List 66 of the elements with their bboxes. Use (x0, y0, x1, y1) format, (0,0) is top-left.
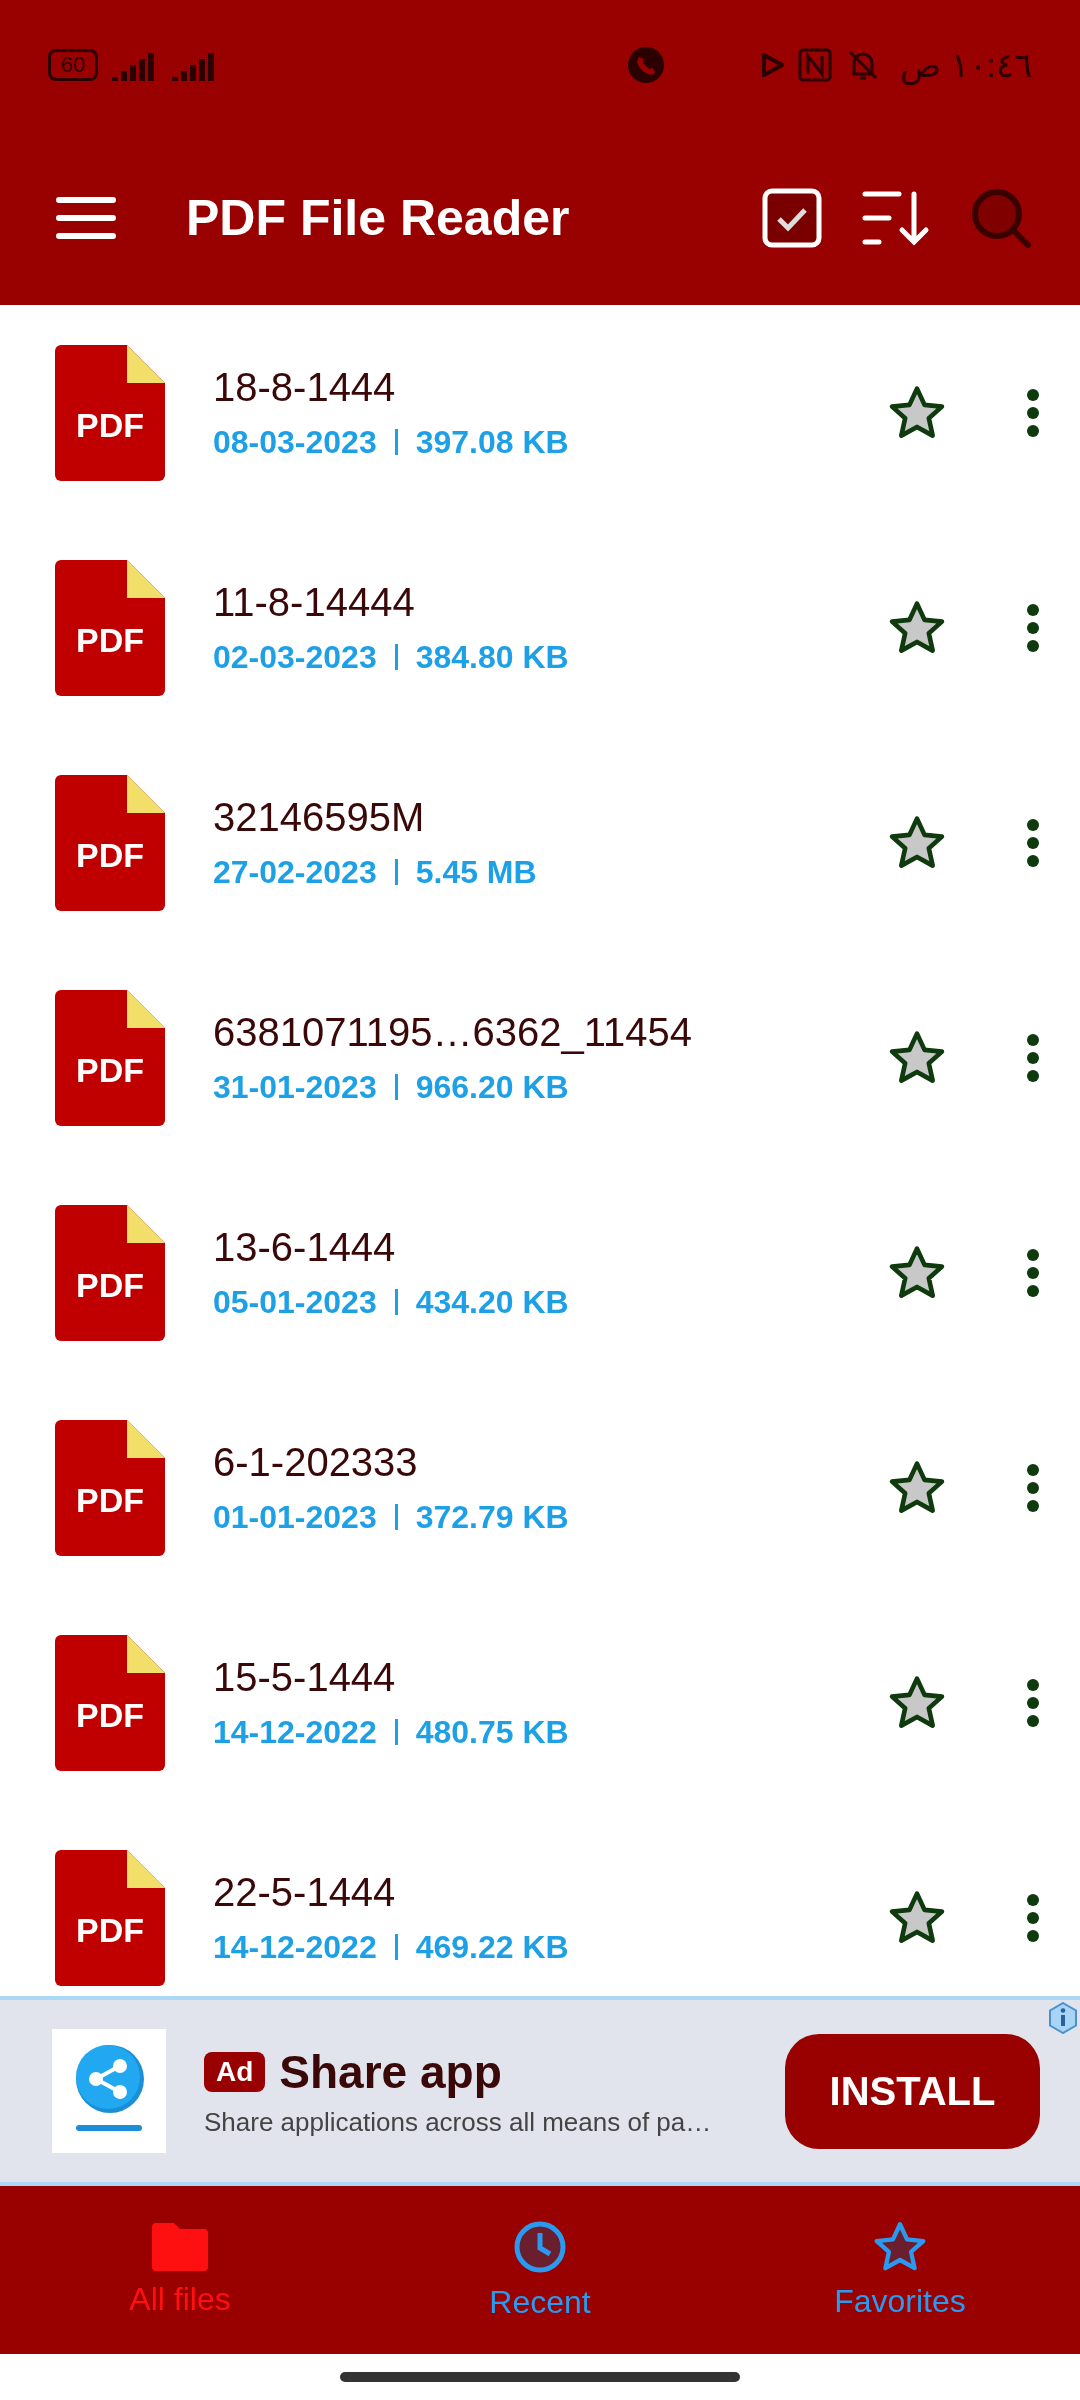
favorite-star-icon[interactable] (888, 384, 946, 441)
more-options-icon[interactable] (1026, 1032, 1040, 1083)
more-options-icon[interactable] (1026, 817, 1040, 868)
ad-badge: Ad (204, 2051, 266, 2092)
app-title: PDF File Reader (185, 188, 571, 247)
favorite-star-icon[interactable] (888, 1244, 946, 1301)
file-name[interactable]: 15-5-1444 (213, 1654, 888, 1700)
pdf-file-icon: PDF (55, 1634, 165, 1771)
file-size: 397.08 KB (415, 423, 569, 461)
pdf-file-icon: PDF (55, 1419, 165, 1556)
install-button[interactable]: INSTALL (785, 2033, 1040, 2149)
file-date: 02-03-2023 (213, 638, 377, 676)
file-size: 480.75 KB (415, 1713, 569, 1751)
battery-level: 60 (48, 49, 99, 81)
file-date: 08-03-2023 (213, 423, 377, 461)
ad-title[interactable]: Share app (279, 2044, 502, 2099)
nfc-icon (798, 48, 833, 82)
pdf-file-icon: PDF (55, 559, 165, 696)
file-date: 05-01-2023 (213, 1283, 377, 1321)
folder-icon (152, 2222, 208, 2271)
pdf-file-icon: PDF (55, 1849, 165, 1986)
favorite-star-icon[interactable] (888, 1889, 946, 1946)
favorite-star-icon[interactable] (888, 599, 946, 656)
more-options-icon[interactable] (1026, 387, 1040, 438)
select-all-icon[interactable] (762, 187, 822, 248)
clock-icon (513, 2219, 567, 2274)
file-date: 27-02-2023 (213, 853, 377, 891)
star-icon (872, 2220, 928, 2273)
more-options-icon[interactable] (1026, 1247, 1040, 1298)
sort-icon[interactable] (862, 189, 930, 246)
file-name[interactable]: 22-5-1444 (213, 1869, 888, 1915)
pdf-file-icon: PDF (55, 774, 165, 911)
file-date: 14-12-2022 (213, 1928, 377, 1966)
file-date: 31-01-2023 (213, 1068, 377, 1106)
pdf-file-icon: PDF (55, 989, 165, 1126)
file-name[interactable]: 11-8-14444 (213, 579, 888, 625)
play-icon (762, 53, 785, 77)
favorite-star-icon[interactable] (888, 814, 946, 871)
favorite-star-icon[interactable] (888, 1459, 946, 1516)
file-name[interactable]: 13-6-1444 (213, 1224, 888, 1270)
menu-icon[interactable] (56, 196, 116, 239)
file-name[interactable]: 6-1-202333 (213, 1439, 888, 1485)
file-size: 434.20 KB (415, 1283, 569, 1321)
file-name[interactable]: 32146595M (213, 794, 888, 840)
file-size: 966.20 KB (415, 1068, 569, 1106)
file-size: 469.22 KB (415, 1928, 569, 1966)
more-options-icon[interactable] (1026, 602, 1040, 653)
file-date: 01-01-2023 (213, 1498, 377, 1536)
favorite-star-icon[interactable] (888, 1029, 946, 1086)
clock-time: ١٠:٤٦ ص (900, 45, 1032, 85)
favorite-star-icon[interactable] (888, 1674, 946, 1731)
file-size: 384.80 KB (415, 638, 569, 676)
pdf-file-icon: PDF (55, 344, 165, 481)
ad-description: Share applications across all means of pa… (204, 2106, 713, 2138)
info-icon[interactable] (1048, 2002, 1078, 2034)
file-name[interactable]: 18-8-1444 (213, 364, 888, 410)
more-options-icon[interactable] (1026, 1677, 1040, 1728)
more-options-icon[interactable] (1026, 1462, 1040, 1513)
file-size: 372.79 KB (415, 1498, 569, 1536)
pdf-file-icon: PDF (55, 1204, 165, 1341)
file-name[interactable]: 6381071195…6362_11454 (213, 1009, 888, 1055)
phone-icon (628, 47, 665, 83)
more-options-icon[interactable] (1026, 1892, 1040, 1943)
share-app-logo-icon (52, 2029, 166, 2153)
file-date: 14-12-2022 (213, 1713, 377, 1751)
file-size: 5.45 MB (415, 853, 537, 891)
